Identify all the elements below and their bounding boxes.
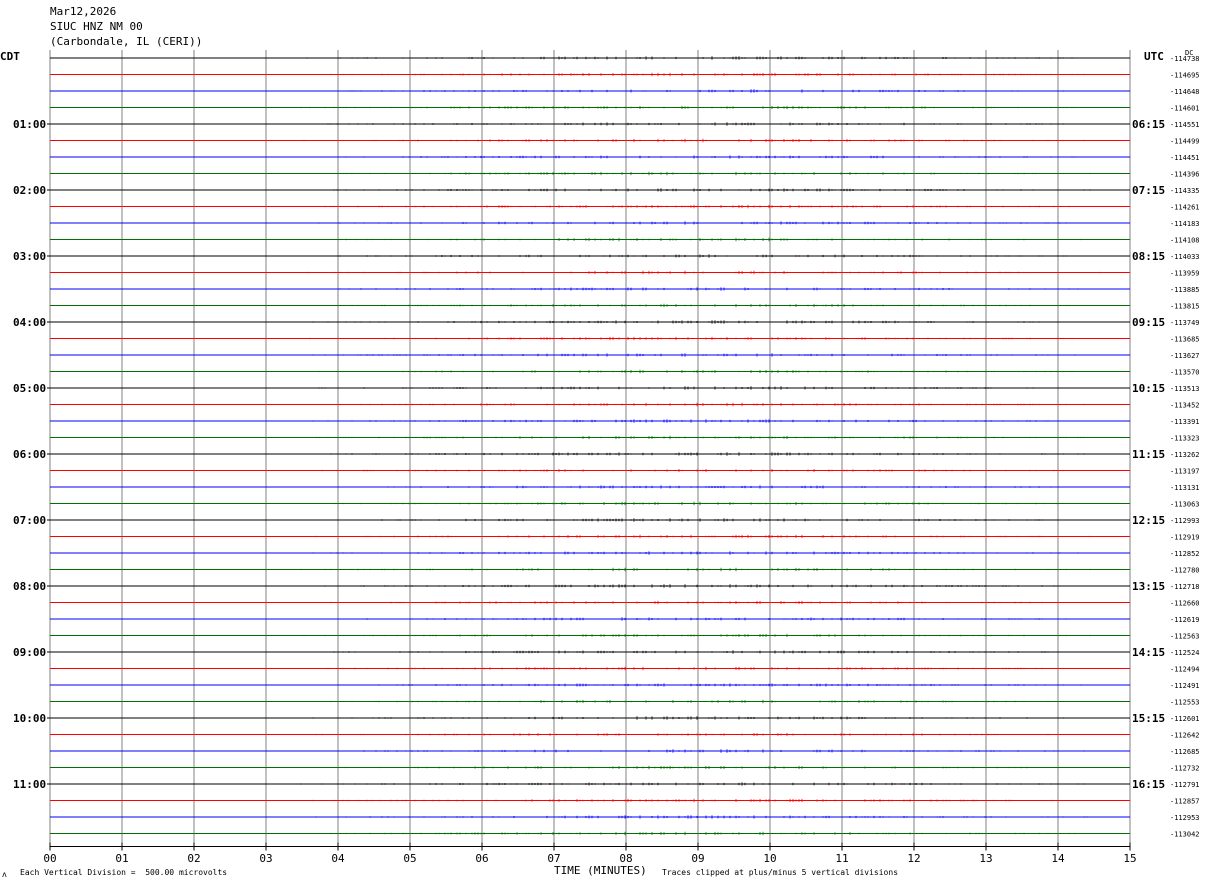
x-tick-label: 01 (115, 852, 128, 865)
x-tick-label: 06 (475, 852, 488, 865)
header-station: SIUC HNZ NM 00 (50, 20, 143, 33)
dc-offset-label: -112718 (1170, 583, 1200, 591)
corner-mark: ʌ (2, 870, 7, 879)
dc-offset-label: -114499 (1170, 138, 1200, 146)
axis-labels: 00 01 02 03 04 05 06 07 08 09 10 11 12 13 14 15-114738-… (13, 55, 1200, 865)
dc-offset-label: -112494 (1170, 666, 1200, 674)
grid-lines (47, 50, 1131, 851)
dc-offset-label: -113197 (1170, 468, 1200, 476)
dc-label: DC (1185, 49, 1194, 57)
dc-offset-label: -113885 (1170, 286, 1200, 294)
dc-offset-label: -112993 (1170, 517, 1200, 525)
seismogram-plot: 00 01 02 03 04 05 06 07 08 09 10 11 12 13 14 15-114738-… (13, 50, 1200, 865)
dc-offset-label: -113959 (1170, 270, 1200, 278)
dc-offset-label: -113063 (1170, 501, 1200, 509)
dc-offset-label: -114033 (1170, 253, 1200, 261)
utc-hour-label: 10:15 (1132, 382, 1165, 395)
dc-offset-label: -114695 (1170, 72, 1200, 80)
cdt-hour-label: 05:00 (13, 382, 46, 395)
dc-offset-label: -112953 (1170, 814, 1200, 822)
x-tick-label: 12 (907, 852, 920, 865)
dc-offset-label: -114648 (1170, 88, 1200, 96)
dc-offset-label: -113749 (1170, 319, 1200, 327)
dc-offset-label: -112919 (1170, 534, 1200, 542)
dc-offset-label: -113685 (1170, 336, 1200, 344)
utc-hour-label: 13:15 (1132, 580, 1165, 593)
dc-offset-label: -113513 (1170, 385, 1200, 393)
dc-offset-label: -112642 (1170, 732, 1200, 740)
dc-offset-label: -113570 (1170, 369, 1200, 377)
dc-offset-label: -112563 (1170, 633, 1200, 641)
dc-offset-label: -114396 (1170, 171, 1200, 179)
utc-hour-label: 11:15 (1132, 448, 1165, 461)
cdt-hour-label: 08:00 (13, 580, 46, 593)
dc-offset-label: -112619 (1170, 616, 1200, 624)
dc-offset-label: -113452 (1170, 402, 1200, 410)
clip-note: Traces clipped at plus/minus 5 vertical … (662, 868, 899, 877)
dc-offset-label: -114183 (1170, 220, 1200, 228)
x-tick-label: 14 (1051, 852, 1065, 865)
x-tick-label: 02 (187, 852, 200, 865)
dc-offset-label: -114551 (1170, 121, 1200, 129)
dc-offset-label: -114261 (1170, 204, 1200, 212)
dc-offset-label: -114451 (1170, 154, 1200, 162)
dc-offset-label: -113042 (1170, 831, 1200, 839)
cdt-hour-label: 03:00 (13, 250, 46, 263)
utc-hour-label: 12:15 (1132, 514, 1165, 527)
dc-offset-label: -112660 (1170, 600, 1200, 608)
utc-hour-label: 08:15 (1132, 250, 1165, 263)
dc-offset-label: -112524 (1170, 649, 1200, 657)
trace-lines (50, 56, 1130, 836)
dc-offset-label: -112732 (1170, 765, 1200, 773)
cdt-hour-label: 04:00 (13, 316, 46, 329)
dc-offset-label: -112857 (1170, 798, 1200, 806)
dc-offset-label: -113391 (1170, 418, 1200, 426)
dc-offset-label: -112780 (1170, 567, 1200, 575)
utc-hour-label: 09:15 (1132, 316, 1165, 329)
utc-hour-label: 16:15 (1132, 778, 1165, 791)
x-tick-label: 10 (763, 852, 776, 865)
utc-hour-label: 15:15 (1132, 712, 1165, 725)
dc-offset-label: -112791 (1170, 781, 1200, 789)
utc-hour-label: 06:15 (1132, 118, 1165, 131)
cdt-hour-label: 07:00 (13, 514, 46, 527)
x-tick-label: 03 (259, 852, 272, 865)
utc-label: UTC (1144, 50, 1164, 63)
cdt-hour-label: 02:00 (13, 184, 46, 197)
dc-offset-label: -112553 (1170, 699, 1200, 707)
cdt-hour-label: 09:00 (13, 646, 46, 659)
dc-offset-label: -113627 (1170, 352, 1200, 360)
dc-offset-label: -113815 (1170, 303, 1200, 311)
dc-offset-label: -113262 (1170, 451, 1200, 459)
x-tick-label: 11 (835, 852, 848, 865)
x-tick-label: 09 (691, 852, 704, 865)
dc-offset-label: -112852 (1170, 550, 1200, 558)
dc-offset-label: -114108 (1170, 237, 1200, 245)
x-tick-label: 05 (403, 852, 416, 865)
dc-offset-label: -114601 (1170, 105, 1200, 113)
dc-offset-label: -112685 (1170, 748, 1200, 756)
scale-note: Each Vertical Division = 500.00 microvol… (20, 868, 228, 877)
x-axis-title: TIME (MINUTES) (554, 864, 647, 877)
dc-offset-label: -113131 (1170, 484, 1200, 492)
x-tick-label: 15 (1123, 852, 1136, 865)
x-tick-label: 04 (331, 852, 345, 865)
utc-hour-label: 14:15 (1132, 646, 1165, 659)
cdt-hour-label: 11:00 (13, 778, 46, 791)
cdt-hour-label: 06:00 (13, 448, 46, 461)
header-location: (Carbondale, IL (CERI)) (50, 35, 203, 48)
x-tick-label: 13 (979, 852, 992, 865)
cdt-hour-label: 01:00 (13, 118, 46, 131)
dc-offset-label: -112491 (1170, 682, 1200, 690)
utc-hour-label: 07:15 (1132, 184, 1165, 197)
dc-offset-label: -113323 (1170, 435, 1200, 443)
cdt-hour-label: 10:00 (13, 712, 46, 725)
dc-offset-label: -114335 (1170, 187, 1200, 195)
cdt-label: CDT (0, 50, 20, 63)
header-date: Mar12,2026 (50, 5, 117, 18)
x-tick-label: 00 (43, 852, 56, 865)
dc-offset-label: -112601 (1170, 715, 1200, 723)
